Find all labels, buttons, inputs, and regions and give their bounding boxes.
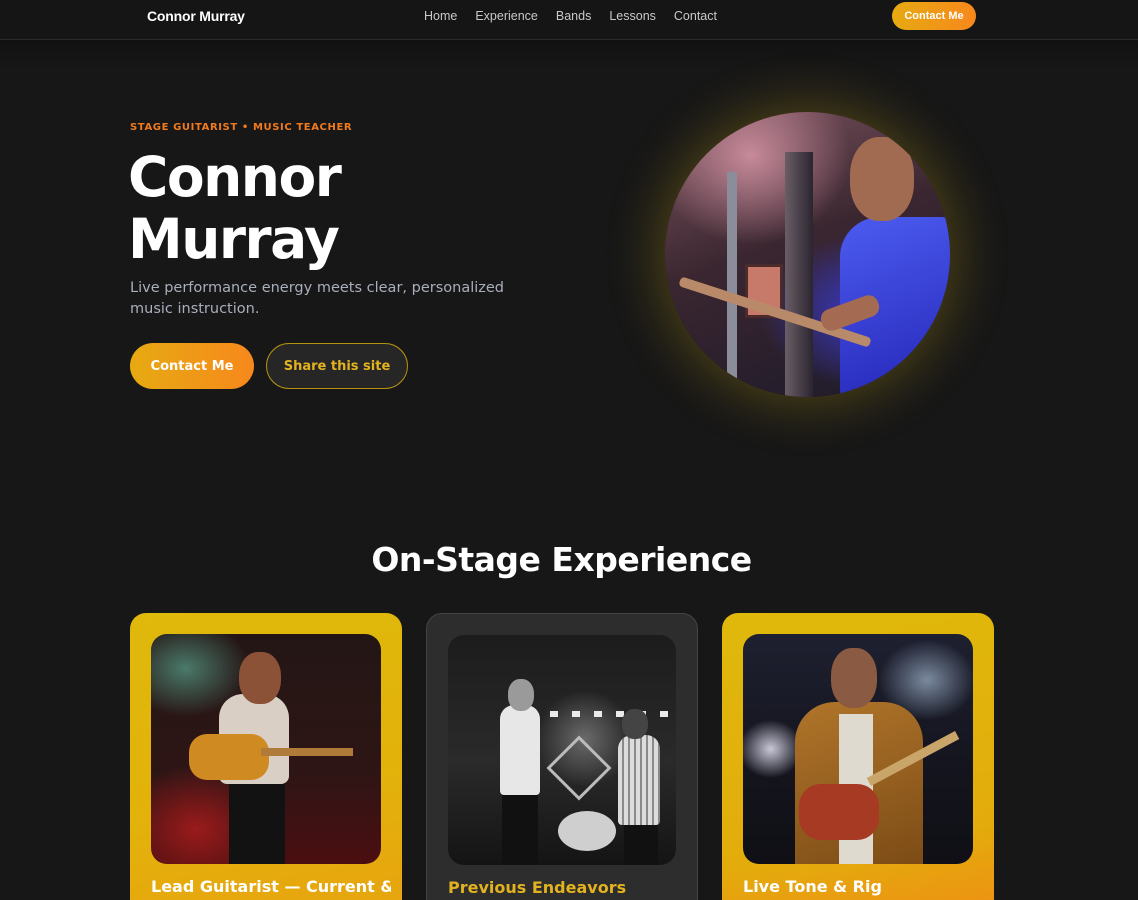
card-title-live-tone: Live Tone & Rig xyxy=(743,877,882,896)
photo-guitarist-jacket xyxy=(743,634,973,864)
nav-link-experience[interactable]: Experience xyxy=(475,9,538,23)
photo-drum-kit xyxy=(558,811,616,851)
hero-title: Connor Murray xyxy=(128,146,548,270)
photo-musician1-head xyxy=(508,679,534,711)
card-photo-live-tone xyxy=(743,634,973,864)
photo-band-black-white xyxy=(448,635,676,865)
experience-title: On-Stage Experience xyxy=(371,540,752,579)
photo-musician2-head xyxy=(622,709,648,739)
photo-musician2 xyxy=(618,735,660,825)
photo-musician1 xyxy=(500,705,540,795)
photo-musician1-legs xyxy=(502,793,538,865)
hero-eyebrow: STAGE GUITARIST • MUSIC TEACHER xyxy=(130,122,353,133)
brand-name[interactable]: Connor Murray xyxy=(147,8,245,24)
portrait-head xyxy=(850,137,914,221)
portrait-guitarist xyxy=(678,132,950,397)
nav-shadow xyxy=(0,40,1138,70)
card-photo-lead-guitarist xyxy=(151,634,381,864)
hero-title-line2: Murray xyxy=(128,207,340,271)
photo-legs xyxy=(229,782,285,864)
nav-contact-button[interactable]: Contact Me xyxy=(892,2,976,30)
nav-link-home[interactable]: Home xyxy=(424,9,457,23)
top-nav: Connor Murray Home Experience Bands Less… xyxy=(0,0,1138,40)
card-title-lead-guitarist: Lead Guitarist — Current & xyxy=(151,877,391,896)
photo-musician2-legs xyxy=(624,823,658,865)
hero-subtitle: Live performance energy meets clear, per… xyxy=(130,280,505,317)
experience-card-live-tone[interactable]: Live Tone & Rig xyxy=(722,613,994,900)
photo-guitar-neck xyxy=(261,748,353,756)
nav-links: Home Experience Bands Lessons Contact xyxy=(424,9,717,23)
portrait-doorframe xyxy=(785,152,813,397)
photo-guitar-body xyxy=(189,734,269,780)
nav-link-lessons[interactable]: Lessons xyxy=(609,9,656,23)
experience-card-previous-endeavors[interactable]: Previous Endeavors xyxy=(426,613,698,900)
hero-portrait-image xyxy=(665,112,950,397)
photo-head xyxy=(831,648,877,708)
share-site-button[interactable]: Share this site xyxy=(266,343,408,389)
experience-card-lead-guitarist[interactable]: Lead Guitarist — Current & xyxy=(130,613,402,900)
hero-title-line1: Connor xyxy=(128,145,342,209)
photo-venue-sign xyxy=(546,735,612,801)
card-photo-previous-endeavors xyxy=(448,635,676,865)
nav-link-contact[interactable]: Contact xyxy=(674,9,717,23)
photo-head xyxy=(239,652,281,704)
card-title-previous-endeavors: Previous Endeavors xyxy=(448,878,627,897)
hero-contact-button[interactable]: Contact Me xyxy=(130,343,254,389)
photo-guitarist-red-stage xyxy=(151,634,381,864)
photo-guitar-body xyxy=(799,784,879,840)
nav-link-bands[interactable]: Bands xyxy=(556,9,591,23)
portrait-mic-pole xyxy=(727,172,737,397)
